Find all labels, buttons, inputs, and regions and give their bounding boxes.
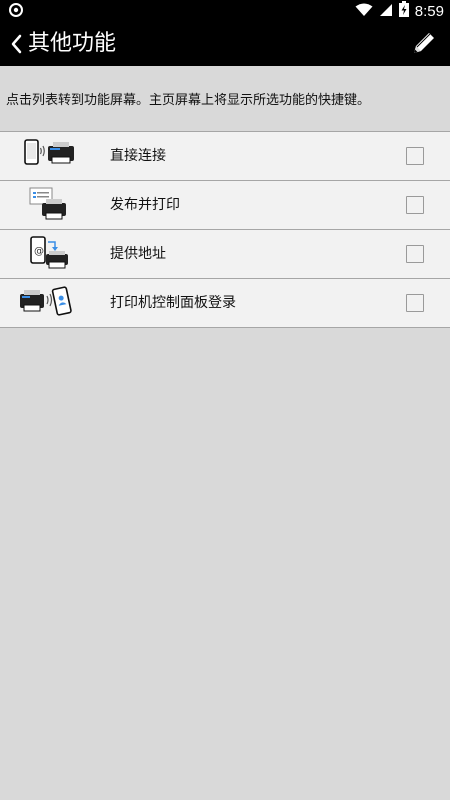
battery-charging-icon — [398, 1, 409, 21]
page-title: 其他功能 — [28, 31, 117, 56]
back-button[interactable] — [6, 30, 26, 58]
svg-text:@: @ — [34, 246, 44, 257]
list-item-provide-address[interactable]: @ 提供地址 — [0, 230, 450, 279]
wifi-icon — [355, 2, 373, 21]
list-item-release-and-print[interactable]: 发布并打印 — [0, 181, 450, 230]
list-item-label: 打印机控制面板登录 — [110, 295, 236, 311]
checkbox[interactable] — [406, 196, 424, 214]
signal-icon — [379, 2, 393, 21]
notification-icon — [8, 2, 24, 22]
printer-login-phone-icon — [18, 284, 78, 322]
checkbox[interactable] — [406, 294, 424, 312]
phone-wireless-printer-icon — [18, 137, 78, 175]
chevron-left-icon — [6, 34, 26, 62]
status-time: 8:59 — [414, 2, 444, 20]
description-text: 点击列表转到功能屏幕。主页屏幕上将显示所选功能的快捷键。 — [6, 93, 371, 108]
edit-button[interactable] — [408, 29, 438, 59]
status-bar: 8:59 — [0, 0, 450, 22]
description-panel: 点击列表转到功能屏幕。主页屏幕上将显示所选功能的快捷键。 — [0, 66, 450, 130]
pencil-icon — [408, 33, 438, 63]
list-item-direct-connect[interactable]: 直接连接 — [0, 131, 450, 181]
list-item-label: 直接连接 — [110, 148, 166, 164]
app-bar: 其他功能 — [0, 22, 450, 66]
document-printer-icon — [18, 186, 78, 224]
list-item-label: 发布并打印 — [110, 197, 180, 213]
checkbox[interactable] — [406, 147, 424, 165]
list-item-label: 提供地址 — [110, 246, 166, 262]
email-address-printer-icon: @ — [18, 235, 78, 273]
function-list: 直接连接 发布并打印 @ 提供地址 打印机控制面板登录 — [0, 131, 450, 328]
list-item-printer-panel-login[interactable]: 打印机控制面板登录 — [0, 279, 450, 328]
checkbox[interactable] — [406, 245, 424, 263]
